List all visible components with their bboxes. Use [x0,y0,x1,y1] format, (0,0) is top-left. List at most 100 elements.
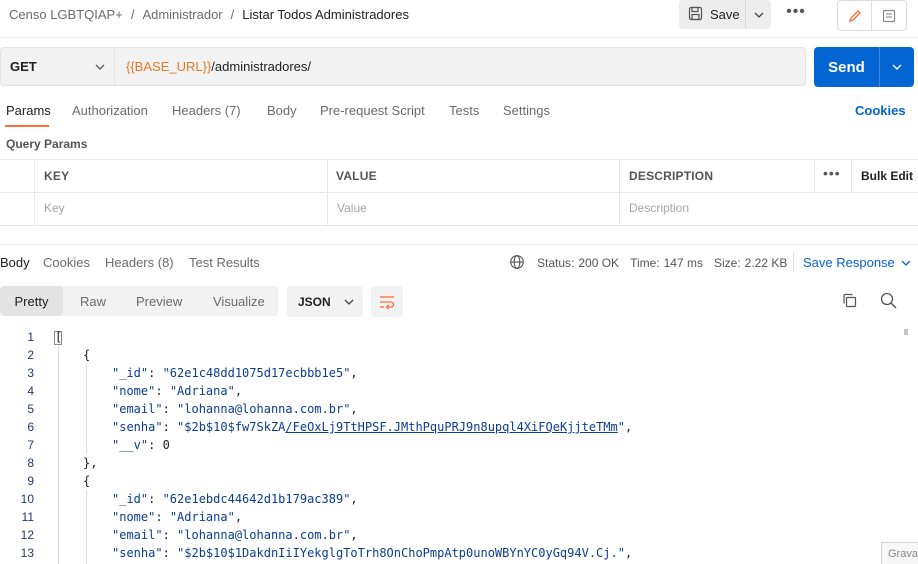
tab-params[interactable]: Params [6,103,51,118]
breadcrumb: Censo LGBTQIAP+ / Administrador / Listar… [9,7,409,22]
json-key: "senha" [112,420,163,434]
query-params-table: KEY VALUE DESCRIPTION ••• Bulk Edit Key … [0,159,918,226]
url-input[interactable]: {{BASE_URL}}/administradores/ [114,47,806,86]
json-comma: , [350,528,358,542]
tab-authorization[interactable]: Authorization [72,103,148,118]
json-colon: : [162,402,178,416]
request-header: Censo LGBTQIAP+ / Administrador / Listar… [0,0,918,36]
table-border [0,225,918,226]
code-text: "senha": "$2b$10$fw7SkZA/FeOxLj9TtHPSF.J… [112,418,632,436]
url-path: /administradores/ [211,59,312,74]
save-button[interactable]: Save [679,0,745,29]
json-colon: : [162,528,178,542]
recording-overlay: Grava [881,542,918,564]
json-key: "email" [112,402,163,416]
line-number: 10 [20,492,34,506]
time-value[interactable]: 147 ms [664,256,703,270]
line-number: 2 [27,348,34,362]
breadcrumb-separator: / [230,7,235,22]
scrollbar-thumb[interactable] [904,329,908,335]
format-select[interactable]: JSON [287,286,363,317]
tab-tests[interactable]: Tests [449,103,479,118]
code-line: 6 "senha": "$2b$10$fw7SkZA/FeOxLj9TtHPSF… [0,418,900,436]
size-value[interactable]: 2.22 KB [745,256,788,270]
code-line: 5 "email": "lohanna@lohanna.com.br", [0,400,900,418]
url-variable: {{BASE_URL}} [126,59,212,74]
line-number: 9 [27,474,34,488]
json-colon: : [148,438,163,452]
json-comma: , [234,510,243,524]
globe-icon[interactable] [509,254,525,273]
send-button[interactable]: Send [814,47,880,87]
view-raw[interactable]: Raw [80,286,106,316]
table-border [0,159,918,160]
save-group: Save [679,0,771,29]
code-text: "email": "lohanna@lohanna.com.br", [112,400,358,418]
view-pretty[interactable]: Pretty [0,286,63,316]
cookies-link[interactable]: Cookies [855,103,906,118]
view-preview[interactable]: Preview [136,286,182,316]
code-line: 3 "_id": "62e1c48dd1075d17ecbbb1e5", [0,364,900,382]
json-value: "$2b$10$1DakdnIiIYekglgToTrh8OnChoPmpAtp… [177,546,625,560]
send-group: Send [814,47,914,87]
code-text: "__v": 0 [112,436,170,454]
tab-pre-request-script[interactable]: Pre-request Script [320,103,425,118]
line-number: 3 [27,366,34,380]
tab-settings[interactable]: Settings [503,103,550,118]
view-visualize[interactable]: Visualize [213,286,265,316]
breadcrumb-collection[interactable]: Censo LGBTQIAP+ [9,7,123,22]
request-name[interactable]: Listar Todos Administradores [242,7,409,22]
more-actions-button[interactable]: ••• [781,3,811,25]
key-input[interactable]: Key [44,201,65,215]
save-options-button[interactable] [745,0,771,29]
copy-icon[interactable] [842,293,857,311]
status-value[interactable]: 200 OK [578,256,619,270]
save-response-label: Save Response [803,255,895,270]
code-text: "email": "lohanna@lohanna.com.br", [112,526,358,544]
json-value: 0 [162,438,170,452]
save-response-button[interactable]: Save Response [803,255,911,270]
tab-body[interactable]: Body [267,103,297,118]
code-line: 10 "_id": "62e1ebdc44642d1b179ac389", [0,490,900,508]
code-line: 4 "nome": "Adriana", [0,382,900,400]
search-icon[interactable] [880,292,897,312]
json-value-link[interactable]: /FeOxLj9TtHPSF.JMthPquPRJ9n8upql4XiFQeKj… [285,420,617,434]
code-text: "nome": "Adriana", [112,382,242,400]
column-header-description: DESCRIPTION [629,169,714,183]
json-key: "_id" [112,366,149,380]
divider [793,252,794,272]
code-line: 1 [ [0,328,900,346]
response-body-editor[interactable]: 1 [ 2 { 3 "_id": "62e1c48dd1075d17ecbbb1… [0,328,918,564]
edit-mode-button[interactable] [838,1,872,30]
json-comma: , [624,420,633,434]
json-key: "nome" [112,510,156,524]
documentation-mode-button[interactable] [872,1,906,30]
breadcrumb-folder[interactable]: Administrador [142,7,222,22]
json-key: "senha" [112,546,163,560]
line-number: 12 [20,528,34,542]
column-options-button[interactable]: ••• [823,165,841,181]
value-input[interactable]: Value [337,201,367,215]
bulk-edit-button[interactable]: Bulk Edit [861,169,913,183]
query-params-title: Query Params [6,137,88,151]
json-key: "email" [112,528,163,542]
response-tab-test-results[interactable]: Test Results [189,255,260,270]
response-tab-body[interactable]: Body [0,255,30,270]
comment-icon [882,9,896,22]
description-input[interactable]: Description [629,201,689,215]
wrap-lines-button[interactable] [371,286,403,317]
code-text: { [83,474,91,488]
response-tab-cookies[interactable]: Cookies [43,255,90,270]
time-label: Time: [630,256,660,270]
table-column-divider [814,159,815,192]
code-line: 8 }, [0,454,900,472]
line-number: 5 [27,402,34,416]
response-tab-headers[interactable]: Headers (8) [105,255,174,270]
line-number: 7 [27,438,34,452]
code-text: "senha": "$2b$10$1DakdnIiIYekglgToTrh8On… [112,544,632,562]
method-select[interactable]: GET [0,47,114,86]
code-line: 12 "email": "lohanna@lohanna.com.br", [0,526,900,544]
send-options-button[interactable] [880,47,914,87]
json-value: "lohanna@lohanna.com.br" [177,528,351,542]
tab-headers[interactable]: Headers (7) [172,103,241,118]
